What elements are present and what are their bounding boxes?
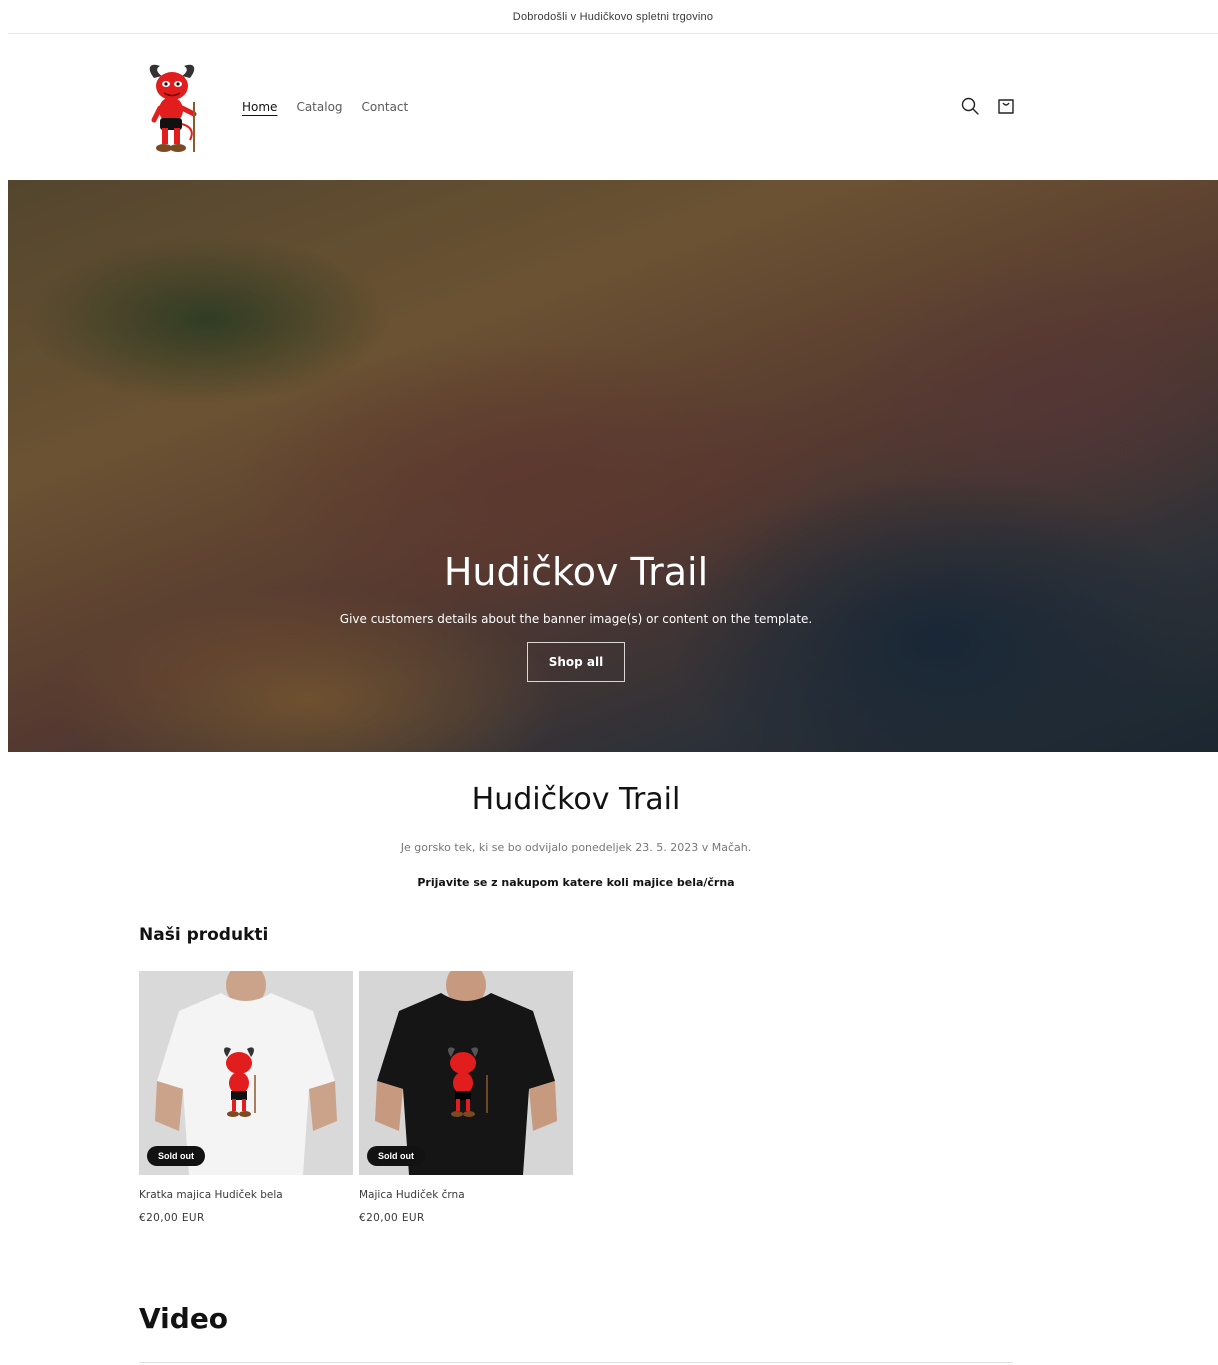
- header-icons: [960, 96, 1016, 116]
- product-price: €20,00 EUR: [139, 1212, 205, 1224]
- main-nav: Home Catalog Contact: [242, 100, 427, 114]
- product-title[interactable]: Kratka majica Hudiček bela: [139, 1189, 353, 1201]
- cart-icon[interactable]: [996, 96, 1016, 116]
- nav-home[interactable]: Home: [242, 100, 277, 114]
- hero-subtitle: Give customers details about the banner …: [339, 612, 813, 626]
- site-header: Home Catalog Contact: [8, 34, 1218, 180]
- devil-mascot-logo[interactable]: [140, 62, 208, 158]
- product-card[interactable]: Sold out Kratka majica Hudiček bela €20,…: [139, 971, 353, 1224]
- devil-mascot-icon: [149, 64, 197, 152]
- sold-out-badge: Sold out: [367, 1146, 425, 1166]
- product-image[interactable]: Sold out: [139, 971, 353, 1175]
- announcement-bar: Dobrodošli v Hudičkovo spletni trgovino: [8, 0, 1218, 34]
- nav-catalog[interactable]: Catalog: [296, 100, 342, 114]
- black-tshirt-icon: [359, 971, 573, 1175]
- nav-contact[interactable]: Contact: [362, 100, 409, 114]
- product-price: €20,00 EUR: [359, 1212, 425, 1224]
- shop-all-button[interactable]: Shop all: [527, 642, 625, 682]
- divider: [139, 1362, 1013, 1363]
- search-icon[interactable]: [960, 96, 980, 116]
- announcement-text: Dobrodošli v Hudičkovo spletni trgovino: [512, 10, 714, 23]
- hero-banner: Hudičkov Trail Give customers details ab…: [8, 180, 1218, 752]
- hero-title: Hudičkov Trail: [443, 550, 709, 594]
- video-heading: Video: [139, 1302, 229, 1335]
- product-card[interactable]: Sold out Majica Hudiček črna €20,00 EUR: [359, 971, 573, 1224]
- sold-out-badge: Sold out: [147, 1146, 205, 1166]
- white-tshirt-icon: [139, 971, 353, 1175]
- intro-title: Hudičkov Trail: [471, 782, 681, 817]
- hero-content: Hudičkov Trail Give customers details ab…: [8, 550, 1144, 682]
- intro-body: Je gorsko tek, ki se bo odvijalo ponedel…: [400, 841, 752, 854]
- product-title[interactable]: Majica Hudiček črna: [359, 1189, 573, 1201]
- intro-highlight: Prijavite se z nakupom katere koli majic…: [417, 876, 735, 889]
- intro-section: Hudičkov Trail Je gorsko tek, ki se bo o…: [8, 782, 1144, 889]
- products-heading: Naši produkti: [139, 925, 269, 945]
- product-image[interactable]: Sold out: [359, 971, 573, 1175]
